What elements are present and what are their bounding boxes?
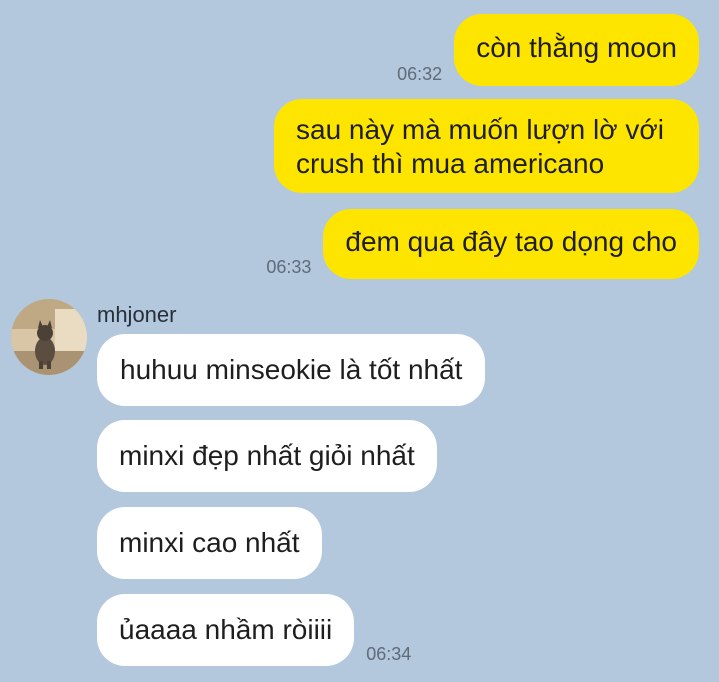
incoming-message-bubble[interactable]: ủaaaa nhầm ròiiii <box>97 594 355 666</box>
incoming-message-bubble[interactable]: huhuu minseokie là tốt nhất <box>97 334 486 406</box>
sender-name: mhjoner <box>97 302 177 327</box>
incoming-message-bubble[interactable]: minxi đẹp nhất giỏi nhất <box>97 420 437 492</box>
outgoing-message-bubble[interactable]: sau này mà muốn lượn lờ với crush thì mu… <box>274 99 699 193</box>
cat-photo-icon <box>11 299 87 375</box>
message-timestamp: 06:33 <box>266 257 312 277</box>
incoming-message-row: minxi đẹp nhất giỏi nhất <box>97 420 437 492</box>
incoming-message-row: huhuu minseokie là tốt nhất <box>97 334 486 406</box>
message-timestamp: 06:34 <box>366 644 412 664</box>
message-timestamp: 06:32 <box>397 64 443 84</box>
outgoing-message-row: 06:32 còn thằng moon <box>397 14 699 86</box>
outgoing-message-row: sau này mà muốn lượn lờ với crush thì mu… <box>274 99 699 193</box>
chat-window: 06:32 còn thằng moon sau này mà muốn lượ… <box>0 0 719 682</box>
outgoing-message-bubble[interactable]: đem qua đây tao dọng cho <box>323 209 699 279</box>
outgoing-message-bubble[interactable]: còn thằng moon <box>454 14 699 86</box>
incoming-message-bubble[interactable]: minxi cao nhất <box>97 507 322 579</box>
incoming-message-row: minxi cao nhất <box>97 507 322 579</box>
cat-photo-avatar-icon[interactable] <box>11 299 87 375</box>
outgoing-message-row: 06:33 đem qua đây tao dọng cho <box>266 209 699 279</box>
incoming-message-row: ủaaaa nhầm ròiiii 06:34 <box>97 594 411 666</box>
